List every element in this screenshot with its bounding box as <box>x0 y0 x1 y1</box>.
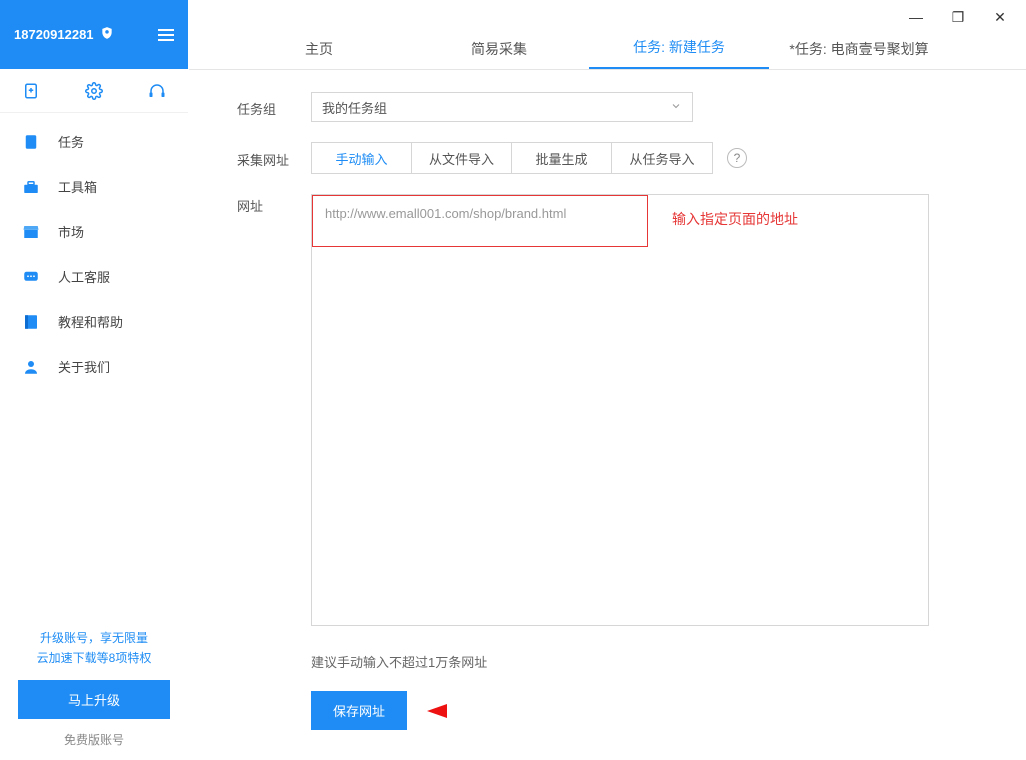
promo-line1: 升级账号，享无限量 <box>0 628 188 648</box>
url-textarea-container: 输入指定页面的地址 <box>311 194 929 626</box>
sidebar-item-market[interactable]: 市场 <box>0 209 188 254</box>
task-group-label: 任务组 <box>237 97 311 118</box>
seg-from-file[interactable]: 从文件导入 <box>412 143 512 173</box>
url-mode-segments: 手动输入 从文件导入 批量生成 从任务导入 <box>311 142 713 174</box>
account-id: 18720912281 <box>14 27 94 42</box>
seg-from-task[interactable]: 从任务导入 <box>612 143 712 173</box>
tasks-icon <box>22 133 40 151</box>
seg-batch-gen[interactable]: 批量生成 <box>512 143 612 173</box>
person-icon <box>22 358 40 376</box>
sidebar-item-toolbox[interactable]: 工具箱 <box>0 164 188 209</box>
sidebar-item-about[interactable]: 关于我们 <box>0 344 188 389</box>
promo-line2: 云加速下载等8项特权 <box>0 648 188 668</box>
tab-home[interactable]: 主页 <box>229 39 409 69</box>
market-icon <box>22 223 40 241</box>
headset-icon[interactable] <box>148 82 166 100</box>
upgrade-button[interactable]: 马上升级 <box>18 680 170 719</box>
book-icon <box>22 313 40 331</box>
collect-url-label: 采集网址 <box>237 148 311 169</box>
maximize-button[interactable]: ❐ <box>950 9 966 26</box>
close-button[interactable]: ✕ <box>992 9 1008 26</box>
tab-new-task[interactable]: 任务: 新建任务 <box>589 37 769 69</box>
task-group-select[interactable]: 我的任务组 <box>311 92 693 122</box>
help-icon[interactable]: ? <box>727 148 747 168</box>
sidebar-item-label: 工具箱 <box>58 177 97 196</box>
chat-icon <box>22 268 40 286</box>
sidebar-item-label: 市场 <box>58 222 84 241</box>
gear-icon[interactable] <box>85 82 103 100</box>
tabbar: 主页 简易采集 任务: 新建任务 *任务: 电商壹号聚划算 <box>189 34 1026 70</box>
sidebar-item-label: 任务 <box>58 132 84 151</box>
sidebar-footer: 升级账号，享无限量 云加速下载等8项特权 马上升级 免费版账号 <box>0 628 188 760</box>
sidebar-item-help[interactable]: 教程和帮助 <box>0 299 188 344</box>
add-task-icon[interactable] <box>22 82 40 100</box>
save-url-button[interactable]: 保存网址 <box>311 691 407 730</box>
sidebar-item-support[interactable]: 人工客服 <box>0 254 188 299</box>
chevron-down-icon <box>670 100 682 115</box>
url-label: 网址 <box>237 194 311 215</box>
sidebar-item-label: 人工客服 <box>58 267 110 286</box>
main: — ❐ ✕ 主页 简易采集 任务: 新建任务 *任务: 电商壹号聚划算 任务组 … <box>189 0 1026 760</box>
sidebar-item-tasks[interactable]: 任务 <box>0 119 188 164</box>
seg-manual-input[interactable]: 手动输入 <box>312 143 412 173</box>
annotation-text: 输入指定页面的地址 <box>672 209 798 229</box>
tab-emall-task[interactable]: *任务: 电商壹号聚划算 <box>769 39 949 69</box>
sidebar: 18720912281 <box>0 0 189 760</box>
url-textarea[interactable] <box>312 195 648 247</box>
red-arrow-annotation <box>427 701 937 721</box>
task-group-value: 我的任务组 <box>322 98 387 117</box>
window-titlebar: — ❐ ✕ <box>189 0 1026 34</box>
sidebar-nav: 任务 工具箱 市场 人工客服 <box>0 113 188 628</box>
account-type: 免费版账号 <box>0 731 188 748</box>
sidebar-header: 18720912281 <box>0 0 188 69</box>
hamburger-icon[interactable] <box>158 29 174 41</box>
sidebar-toolbar <box>0 69 188 113</box>
tab-easy-collect[interactable]: 简易采集 <box>409 39 589 69</box>
url-hint: 建议手动输入不超过1万条网址 <box>311 652 978 671</box>
form-area: 任务组 我的任务组 采集网址 手动输入 从文件导入 批量生成 从任务导入 ? <box>189 70 1026 760</box>
sidebar-item-label: 关于我们 <box>58 357 110 376</box>
shield-icon <box>100 26 114 43</box>
sidebar-item-label: 教程和帮助 <box>58 312 123 331</box>
toolbox-icon <box>22 178 40 196</box>
minimize-button[interactable]: — <box>908 9 924 25</box>
